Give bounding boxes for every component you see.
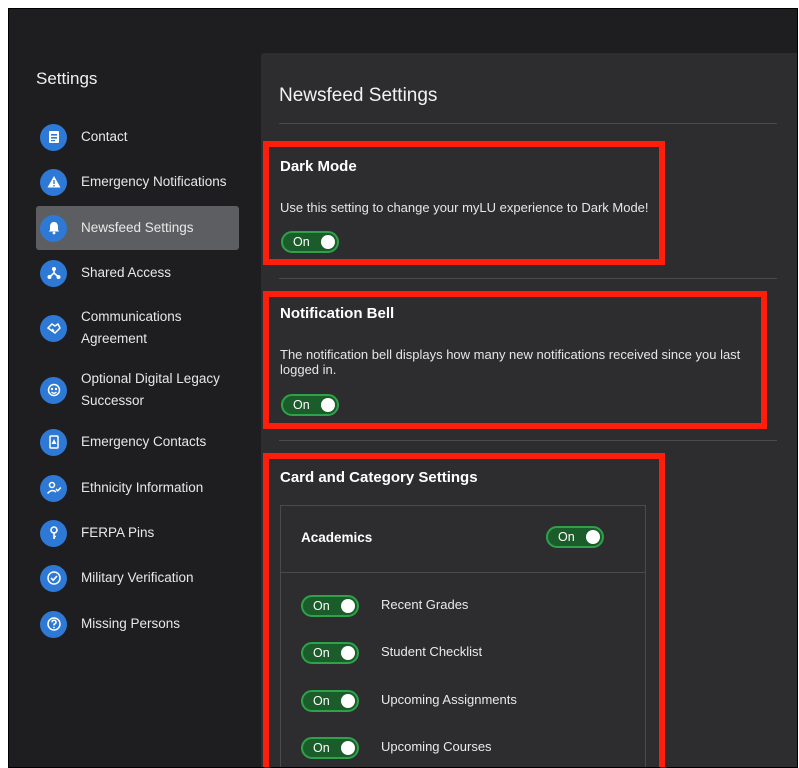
highlight-box <box>263 141 665 265</box>
divider <box>279 278 777 279</box>
legacy-icon <box>40 376 67 404</box>
share-icon <box>40 259 67 287</box>
sidebar-item-contact[interactable]: Contact <box>36 115 239 159</box>
sidebar-item-missing-persons[interactable]: Missing Persons <box>36 602 239 646</box>
bell-icon <box>40 214 67 242</box>
sidebar-item-label: Newsfeed Settings <box>81 220 194 235</box>
sidebar-item-label: Emergency Contacts <box>81 434 207 449</box>
sidebar-item-label: FERPA Pins <box>81 525 155 540</box>
newsfeed-settings-panel: Newsfeed Settings Dark Mode Use this set… <box>261 53 797 767</box>
sidebar-item-ferpa-pins[interactable]: FERPA Pins <box>36 511 239 555</box>
sidebar-item-label: Missing Persons <box>81 616 181 631</box>
sidebar-title: Settings <box>36 69 98 88</box>
divider <box>279 123 777 124</box>
page-title: Newsfeed Settings <box>279 85 438 106</box>
sidebar-item-label: Emergency Notifications <box>81 174 227 189</box>
question-icon <box>40 610 67 638</box>
sidebar-item-communications-agreement[interactable]: Communications Agreement <box>36 304 239 352</box>
settings-sidebar: Settings Contact Emergency Notifications… <box>9 9 249 767</box>
sidebar-item-label: Military Verification <box>81 570 194 585</box>
emergency-contacts-icon <box>40 428 67 456</box>
sidebar-item-label: Contact <box>81 129 128 144</box>
sidebar-item-newsfeed-settings[interactable]: Newsfeed Settings <box>36 206 239 250</box>
sidebar-item-military-verification[interactable]: Military Verification <box>36 556 239 600</box>
sidebar-item-label: Ethnicity Information <box>81 480 204 495</box>
sidebar-item-ethnicity-information[interactable]: Ethnicity Information <box>36 466 239 510</box>
user-check-icon <box>40 474 67 502</box>
sidebar-item-label: Optional Digital Legacy Successor <box>81 371 220 408</box>
sidebar-item-label: Shared Access <box>81 265 172 280</box>
verified-icon <box>40 564 67 592</box>
contact-card-icon <box>40 123 67 151</box>
sidebar-item-shared-access[interactable]: Shared Access <box>36 251 239 295</box>
divider <box>279 440 777 441</box>
sidebar-item-label: Communications Agreement <box>81 309 182 346</box>
handshake-icon <box>40 314 67 342</box>
sidebar-item-emergency-notifications[interactable]: Emergency Notifications <box>36 160 239 204</box>
highlight-box <box>263 291 767 429</box>
settings-app: Settings Contact Emergency Notifications… <box>8 8 798 768</box>
pin-icon <box>40 519 67 547</box>
sidebar-item-emergency-contacts[interactable]: Emergency Contacts <box>36 420 239 464</box>
sidebar-item-optional-digital-legacy-successor[interactable]: Optional Digital Legacy Successor <box>36 366 239 414</box>
highlight-box <box>263 453 665 767</box>
warning-icon <box>40 168 67 196</box>
